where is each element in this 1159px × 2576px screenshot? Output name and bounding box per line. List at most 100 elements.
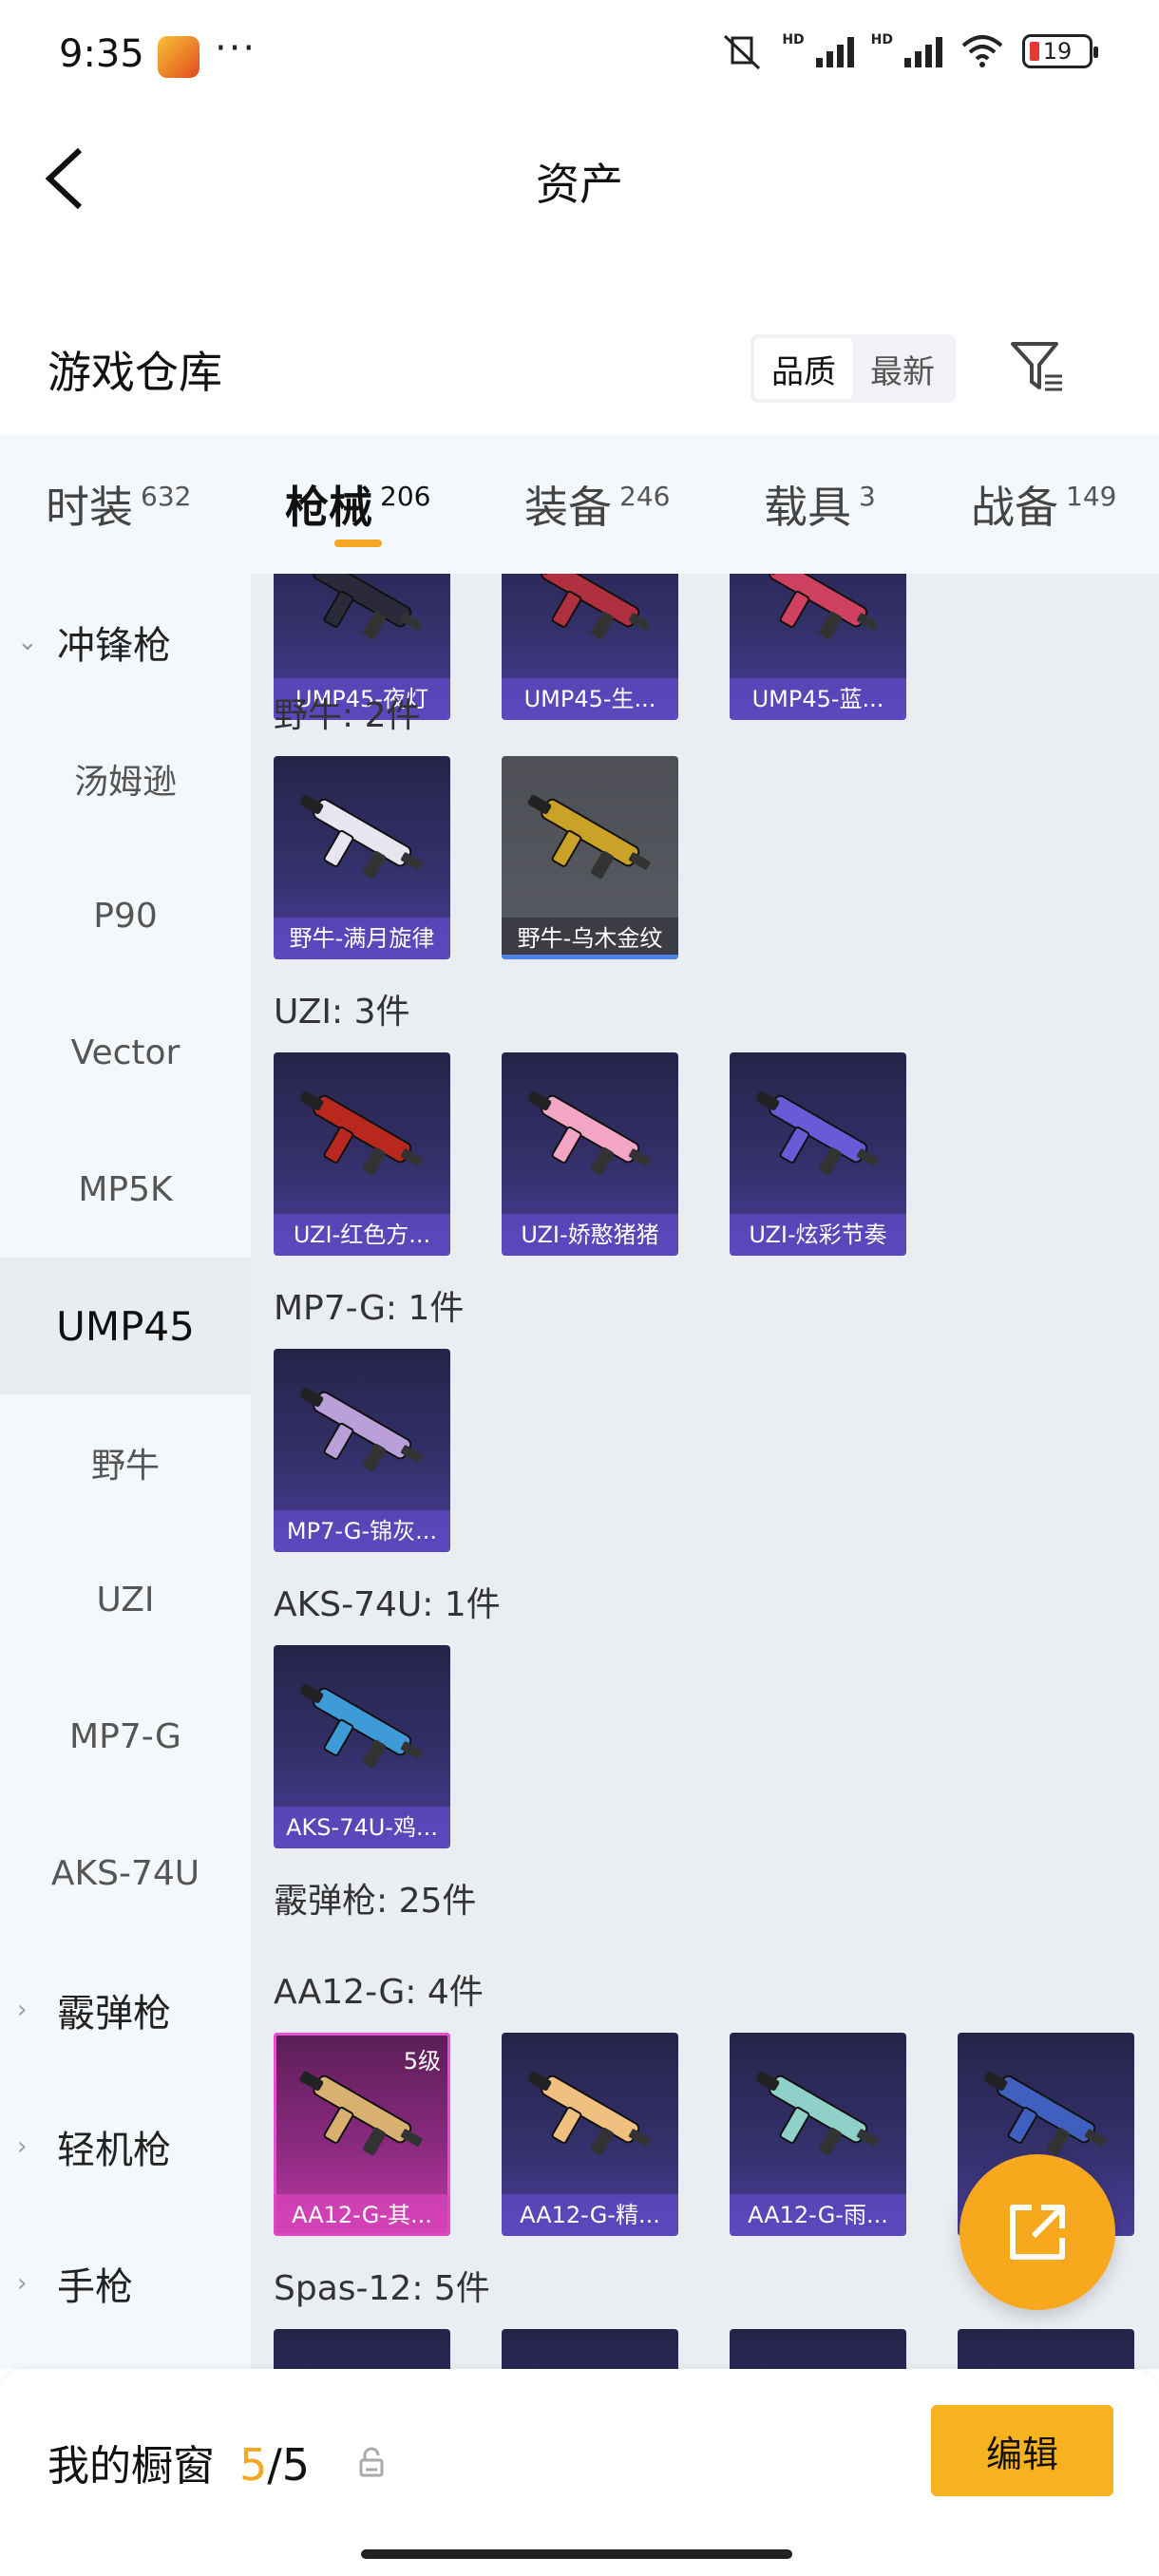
weapon-image bbox=[502, 2329, 678, 2369]
tab-gear[interactable]: 战备 149 bbox=[971, 473, 1116, 536]
weapon-image bbox=[274, 1349, 450, 1510]
weapon-skin-card[interactable]: AA12-G-雨... bbox=[730, 2033, 906, 2236]
tab-vehicles[interactable]: 载具 3 bbox=[764, 473, 876, 536]
sidebar-item-label: UMP45 bbox=[56, 1302, 195, 1350]
weapon-image bbox=[274, 2329, 450, 2369]
weapon-skin-card[interactable]: 5级 AA12-G-其... bbox=[274, 2033, 450, 2236]
sidebar-item-label: 冲锋枪 bbox=[57, 624, 171, 668]
sidebar-item-label: 野牛 bbox=[90, 1447, 160, 1486]
weapon-image bbox=[274, 1645, 450, 1807]
sidebar-item-weapon[interactable]: AKS-74U bbox=[0, 1805, 251, 1941]
category-tabs: 时装 632 枪械 206 装备 246 载具 3 战备 149 bbox=[0, 435, 1159, 574]
weapon-skin-name: UZI-红色方... bbox=[274, 1214, 450, 1256]
sidebar-item-group[interactable]: › 霰弹枪 bbox=[0, 1941, 251, 2078]
showcase-label: 我的橱窗 5/5 bbox=[48, 2439, 311, 2491]
chevron-down-icon: ⌄ bbox=[17, 628, 38, 656]
sidebar-item-group[interactable]: ⌄ 冲锋枪 bbox=[0, 574, 251, 710]
weapon-skin-card[interactable]: MP7-G-锦灰... bbox=[274, 1349, 450, 1552]
tab-fashion[interactable]: 时装 632 bbox=[46, 473, 191, 536]
weapon-skin-name: UMP45-生... bbox=[502, 678, 678, 720]
tab-equipment[interactable]: 装备 246 bbox=[524, 473, 670, 536]
weapon-skin-name: AA12-G-雨... bbox=[730, 2194, 906, 2236]
share-icon bbox=[1010, 2205, 1065, 2260]
level-badge: 5级 bbox=[403, 2048, 441, 2074]
weapon-skin-card[interactable] bbox=[730, 2329, 906, 2369]
sidebar-item-label: MP7-G bbox=[69, 1716, 181, 1756]
section-title: 霰弹枪: 25件 bbox=[274, 1882, 477, 1921]
weapon-grid: UMP45-夜灯 UMP45-生... UMP45-蓝... 野牛: 2件 野牛-满月旋… bbox=[251, 574, 1159, 2369]
weapon-skin-name: UZI-炫彩节奏 bbox=[730, 1214, 906, 1256]
sidebar-item-weapon[interactable]: MP5K bbox=[0, 1121, 251, 1258]
chevron-right-icon: › bbox=[17, 2132, 28, 2161]
weapon-image bbox=[502, 574, 678, 678]
sidebar-item-label: AKS-74U bbox=[50, 1853, 200, 1893]
more-notifications-icon: ··· bbox=[215, 27, 257, 70]
filter-icon[interactable] bbox=[1009, 338, 1066, 395]
page-title: 资产 bbox=[536, 159, 623, 210]
weapon-skin-name: 野牛-乌木金纹 bbox=[502, 918, 678, 959]
sidebar-item-label: UZI bbox=[96, 1580, 155, 1619]
tab-firearms[interactable]: 枪械 206 bbox=[285, 473, 430, 536]
weapon-image bbox=[274, 1052, 450, 1214]
weapon-skin-name: 野牛-满月旋律 bbox=[274, 918, 450, 959]
weapon-image bbox=[502, 1052, 678, 1214]
showcase-count: 5/5 bbox=[239, 2439, 311, 2491]
weapon-skin-card[interactable]: UMP45-生... bbox=[502, 574, 678, 720]
weapon-image bbox=[730, 574, 906, 678]
section-title: UZI: 3件 bbox=[274, 993, 410, 1032]
share-button[interactable] bbox=[960, 2154, 1115, 2310]
weapon-skin-name: UMP45-蓝... bbox=[730, 678, 906, 720]
wifi-icon bbox=[961, 35, 1003, 67]
weapon-image bbox=[502, 2033, 678, 2194]
edit-button[interactable]: 编辑 bbox=[931, 2405, 1113, 2496]
weapon-skin-card[interactable]: AA12-G-精... bbox=[502, 2033, 678, 2236]
chevron-right-icon: › bbox=[17, 2269, 28, 2298]
weapon-skin-card[interactable]: AKS-74U-鸡... bbox=[274, 1645, 450, 1848]
weapon-image bbox=[274, 756, 450, 918]
signal-icon-2 bbox=[904, 35, 942, 67]
sidebar-item-weapon[interactable]: 汤姆逊 bbox=[0, 710, 251, 847]
sidebar-item-label: P90 bbox=[93, 896, 158, 936]
weapon-skin-card[interactable]: 野牛-乌木金纹 bbox=[502, 756, 678, 959]
mute-vibrate-icon bbox=[724, 34, 761, 70]
sidebar-item-label: 手枪 bbox=[57, 2265, 133, 2309]
sort-newest-option[interactable]: 最新 bbox=[853, 338, 952, 399]
sidebar-item-weapon[interactable]: 野牛 bbox=[0, 1394, 251, 1531]
weapon-image bbox=[274, 574, 450, 678]
weapon-skin-name: AA12-G-其... bbox=[274, 2194, 450, 2236]
weapon-skin-card[interactable]: UMP45-蓝... bbox=[730, 574, 906, 720]
weapon-skin-card[interactable] bbox=[502, 2329, 678, 2369]
section-title: AKS-74U: 1件 bbox=[274, 1585, 501, 1624]
weapon-skin-name: AKS-74U-鸡... bbox=[274, 1807, 450, 1848]
weapon-skin-card[interactable]: UZI-娇憨猪猪 bbox=[502, 1052, 678, 1256]
weapon-type-sidebar: ⌄ 冲锋枪汤姆逊 P90 Vector MP5K UMP45 野牛 UZI MP7-G AKS-7… bbox=[0, 574, 251, 2369]
weapon-skin-card[interactable]: 野牛-满月旋律 bbox=[274, 756, 450, 959]
sidebar-item-group[interactable]: › 轻机枪 bbox=[0, 2078, 251, 2215]
sidebar-item-label: MP5K bbox=[78, 1169, 173, 1209]
sort-toggle: 品质 最新 bbox=[750, 334, 956, 403]
sidebar-item-weapon[interactable]: UMP45 bbox=[0, 1258, 251, 1394]
sidebar-item-weapon[interactable]: Vector bbox=[0, 984, 251, 1121]
weapon-image bbox=[730, 2033, 906, 2194]
sidebar-item-weapon[interactable]: UZI bbox=[0, 1531, 251, 1668]
section-title: AA12-G: 4件 bbox=[274, 1973, 484, 2012]
weapon-skin-card[interactable] bbox=[958, 2329, 1134, 2369]
home-indicator bbox=[361, 2549, 792, 2559]
sidebar-item-label: 汤姆逊 bbox=[73, 763, 177, 802]
section-title: Spas-12: 5件 bbox=[274, 2269, 490, 2308]
section-title: 野牛: 2件 bbox=[274, 696, 421, 735]
weapon-skin-card[interactable]: UZI-炫彩节奏 bbox=[730, 1052, 906, 1256]
sort-quality-option[interactable]: 品质 bbox=[754, 338, 853, 399]
weapon-image bbox=[502, 756, 678, 918]
sidebar-item-weapon[interactable]: P90 bbox=[0, 847, 251, 984]
weapon-skin-name: MP7-G-锦灰... bbox=[274, 1510, 450, 1552]
weapon-skin-card[interactable]: UZI-红色方... bbox=[274, 1052, 450, 1256]
sidebar-item-weapon[interactable]: MP7-G bbox=[0, 1668, 251, 1805]
weapon-skin-card[interactable] bbox=[274, 2329, 450, 2369]
lock-icon bbox=[359, 2447, 384, 2477]
weapon-skin-name: AA12-G-精... bbox=[502, 2194, 678, 2236]
weapon-image bbox=[958, 2329, 1134, 2369]
weapon-skin-name: UZI-娇憨猪猪 bbox=[502, 1214, 678, 1256]
sidebar-item-label: 轻机枪 bbox=[57, 2129, 171, 2172]
sidebar-item-group[interactable]: › 手枪 bbox=[0, 2215, 251, 2352]
